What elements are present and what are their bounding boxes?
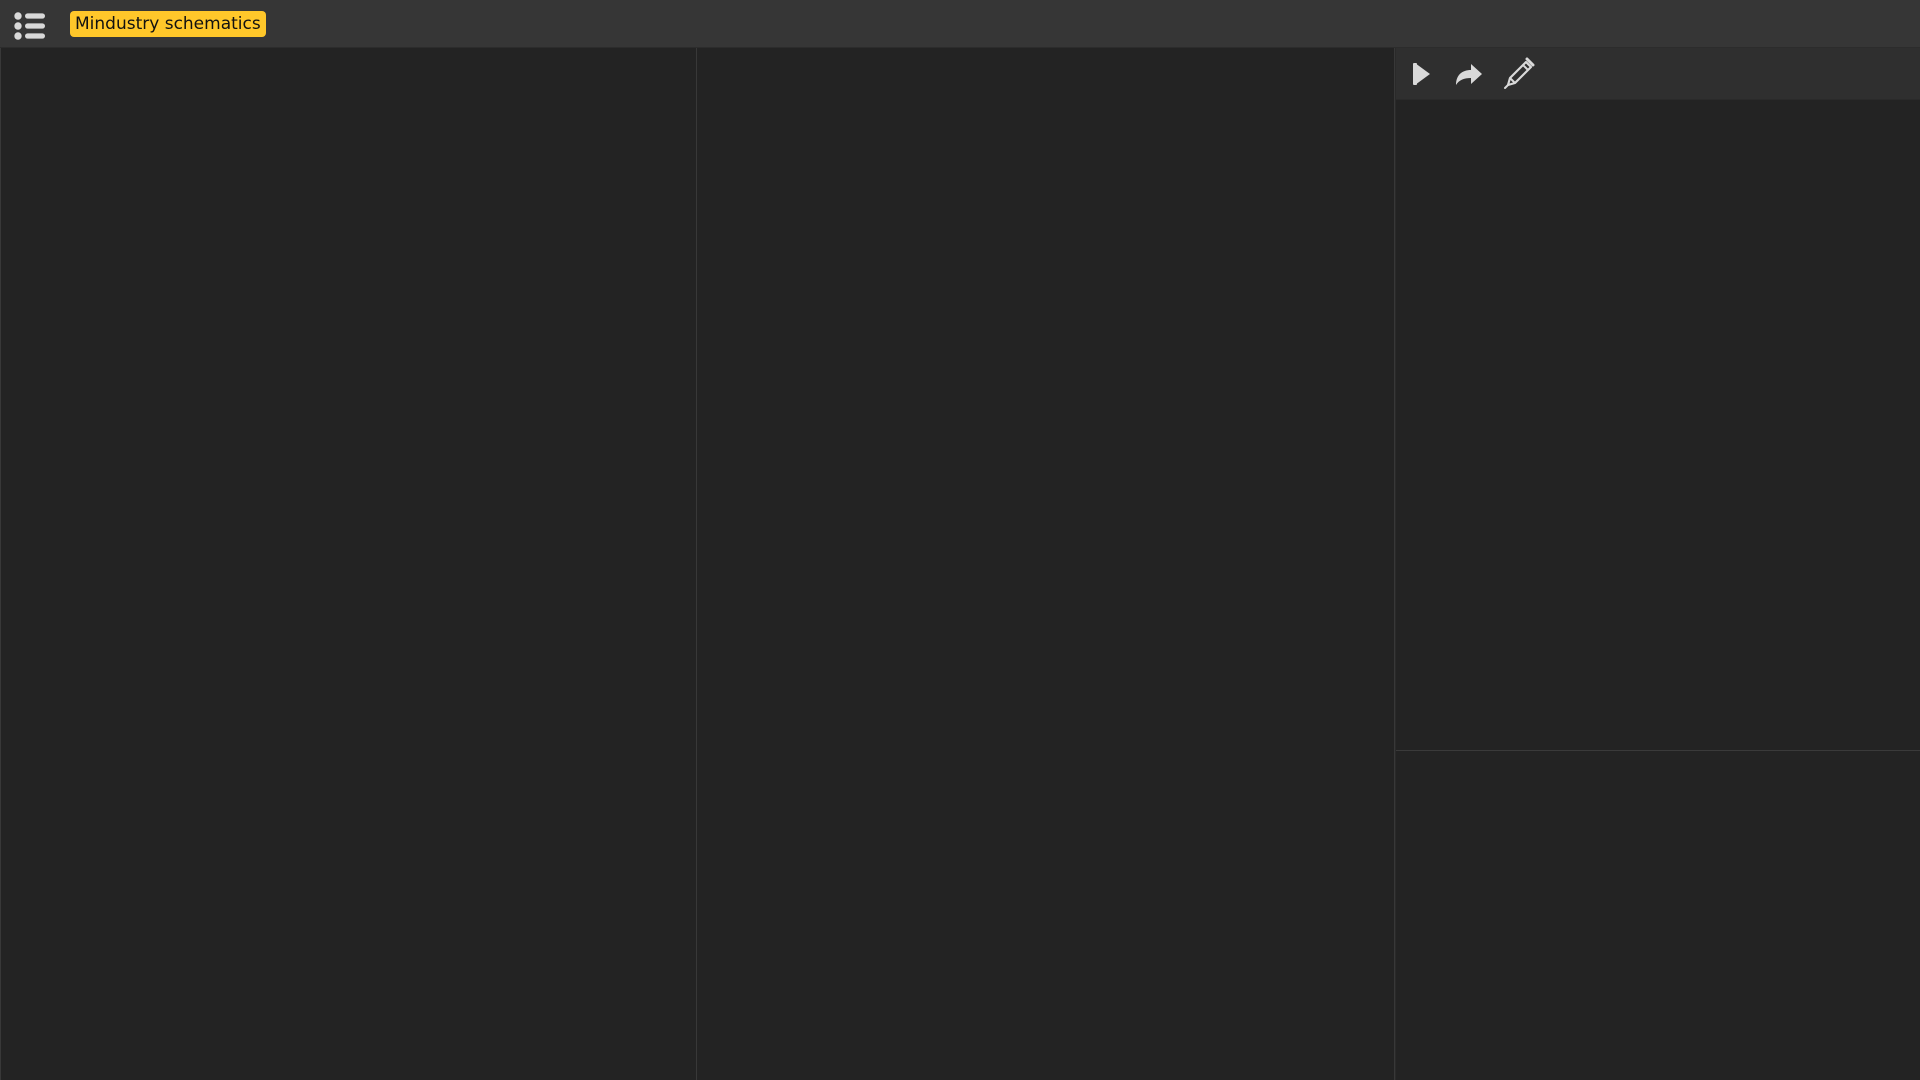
right-toolbar bbox=[1396, 48, 1920, 100]
app-window: Mindustry schematics bbox=[0, 0, 1920, 1080]
list-icon bbox=[14, 12, 45, 40]
run-button[interactable] bbox=[1403, 56, 1441, 92]
app-title[interactable]: Mindustry schematics bbox=[70, 11, 266, 37]
right-upper-pane bbox=[1396, 100, 1920, 751]
redo-button[interactable] bbox=[1450, 56, 1488, 92]
middle-panel bbox=[697, 48, 1395, 1080]
right-panel bbox=[1395, 48, 1920, 1080]
pencil-icon bbox=[1504, 57, 1535, 89]
right-lower-pane bbox=[1396, 752, 1920, 1080]
left-panel bbox=[0, 48, 697, 1080]
play-icon bbox=[1413, 63, 1430, 85]
edit-button[interactable] bbox=[1499, 56, 1537, 92]
top-bar: Mindustry schematics bbox=[0, 0, 1920, 48]
menu-button[interactable] bbox=[14, 12, 46, 40]
redo-arrow-icon bbox=[1456, 64, 1482, 85]
